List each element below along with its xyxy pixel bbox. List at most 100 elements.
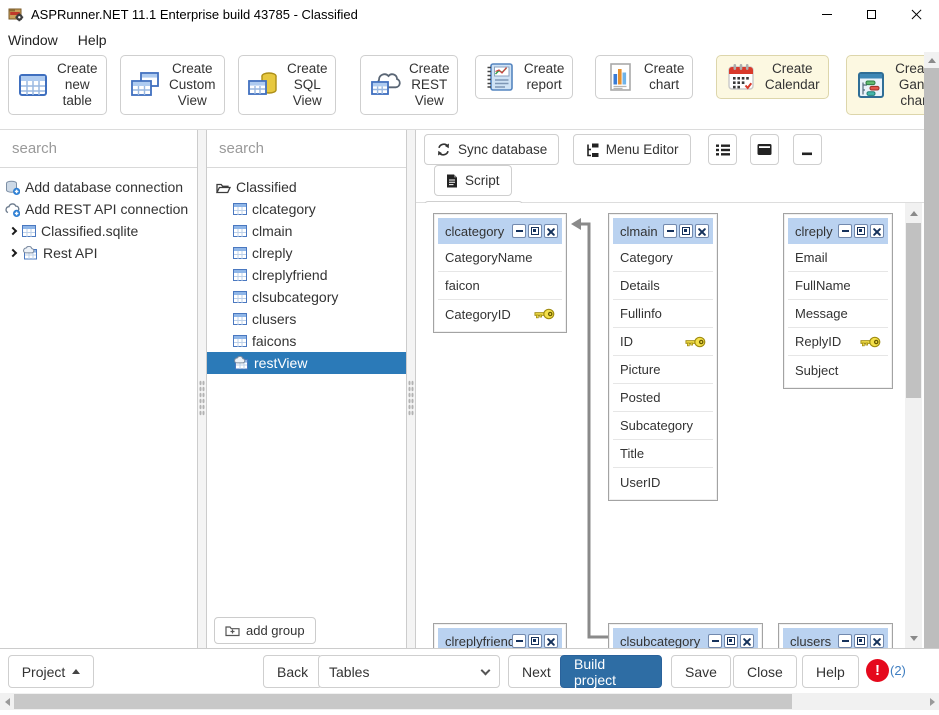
entity-close-button[interactable] <box>544 224 558 238</box>
list-view-button[interactable] <box>708 134 737 165</box>
field-row[interactable]: Category <box>613 244 713 272</box>
minimize-button[interactable] <box>804 0 849 28</box>
scrollbar-thumb[interactable] <box>924 68 939 674</box>
script-button[interactable]: Script <box>434 165 512 196</box>
window-view-button[interactable] <box>750 134 779 165</box>
create-custom-view-button[interactable]: Create Custom View <box>120 55 225 115</box>
project-menu-button[interactable]: Project <box>8 655 94 688</box>
field-row[interactable]: Subcategory <box>613 412 713 440</box>
entity-collapse-button[interactable] <box>663 224 677 238</box>
entity-restore-button[interactable] <box>724 634 738 648</box>
chevron-right-icon[interactable] <box>9 227 17 235</box>
entity-clcategory[interactable]: clcategory CategoryName faicon CategoryI… <box>433 213 567 333</box>
field-row[interactable]: Subject <box>788 356 888 384</box>
entity-close-button[interactable] <box>740 634 754 648</box>
menu-window[interactable]: Window <box>8 32 58 48</box>
create-calendar-button[interactable]: Create Calendar <box>716 55 829 99</box>
field-row[interactable]: CategoryName <box>438 244 562 272</box>
tree-item-clreply[interactable]: clreply <box>207 242 406 264</box>
tree-item-add-rest-api-connection[interactable]: Add REST API connection <box>0 198 197 220</box>
entity-clreply[interactable]: clreply Email FullName Message ReplyID S… <box>783 213 893 389</box>
panel-splitter[interactable] <box>197 130 207 648</box>
field-row[interactable]: ReplyID <box>788 328 888 356</box>
tree-item-faicons[interactable]: faicons <box>207 330 406 352</box>
minimize-view-button[interactable] <box>793 134 822 165</box>
diagram-vertical-scrollbar[interactable] <box>905 203 922 648</box>
field-row[interactable]: faicon <box>438 272 562 300</box>
save-button[interactable]: Save <box>671 655 731 688</box>
field-row[interactable]: CategoryID <box>438 300 562 328</box>
field-row[interactable]: Details <box>613 272 713 300</box>
field-row[interactable]: ID <box>613 328 713 356</box>
app-horizontal-scrollbar[interactable] <box>0 693 939 710</box>
close-project-button[interactable]: Close <box>733 655 797 688</box>
build-project-button[interactable]: Build project <box>560 655 662 688</box>
panel-splitter[interactable] <box>406 130 416 648</box>
tree-item-clcategory[interactable]: clcategory <box>207 198 406 220</box>
create-report-button[interactable]: Create report <box>475 55 574 99</box>
field-row[interactable]: Title <box>613 440 713 468</box>
scroll-down-arrow[interactable] <box>905 630 922 646</box>
add-group-button[interactable]: add group <box>214 617 316 644</box>
sync-database-button[interactable]: Sync database <box>424 134 559 165</box>
entity-header[interactable]: clreply <box>788 218 888 244</box>
tree-item-clmain[interactable]: clmain <box>207 220 406 242</box>
entity-header[interactable]: clsubcategory <box>613 628 758 648</box>
close-button[interactable] <box>894 0 939 28</box>
field-row[interactable]: Fullinfo <box>613 300 713 328</box>
entity-clusers[interactable]: clusers <box>778 623 893 648</box>
entity-close-button[interactable] <box>870 224 884 238</box>
create-chart-button[interactable]: Create chart <box>595 55 694 99</box>
entity-restore-button[interactable] <box>528 634 542 648</box>
next-button[interactable]: Next <box>508 655 565 688</box>
tree-item-restview[interactable]: restView <box>207 352 406 374</box>
create-new-table-button[interactable]: Create new table <box>8 55 107 115</box>
entity-collapse-button[interactable] <box>838 224 852 238</box>
scroll-up-arrow[interactable] <box>905 205 922 221</box>
scroll-up-arrow[interactable] <box>924 52 939 68</box>
entity-collapse-button[interactable] <box>708 634 722 648</box>
help-button[interactable]: Help <box>802 655 859 688</box>
scrollbar-thumb[interactable] <box>14 694 792 709</box>
entity-clmain[interactable]: clmain Category Details Fullinfo ID Pict… <box>608 213 718 501</box>
create-rest-view-button[interactable]: Create REST View <box>360 55 459 115</box>
app-vertical-scrollbar[interactable] <box>924 52 939 692</box>
create-sql-view-button[interactable]: Create SQL View <box>238 55 337 115</box>
tables-search-input[interactable] <box>207 140 406 157</box>
field-row[interactable]: FullName <box>788 272 888 300</box>
scrollbar-thumb[interactable] <box>906 223 921 398</box>
connections-search-input[interactable] <box>0 140 197 157</box>
back-button[interactable]: Back <box>263 655 322 688</box>
create-gantt-chart-button[interactable]: Create Gantt chart <box>846 55 924 115</box>
entity-close-button[interactable] <box>544 634 558 648</box>
entity-clreplyfriend[interactable]: clreplyfriend <box>433 623 567 648</box>
entity-header[interactable]: clreplyfriend <box>438 628 562 648</box>
entity-close-button[interactable] <box>870 634 884 648</box>
scroll-right-arrow[interactable] <box>925 693 939 710</box>
entity-restore-button[interactable] <box>528 224 542 238</box>
entity-close-button[interactable] <box>695 224 709 238</box>
tree-item-clreplyfriend[interactable]: clreplyfriend <box>207 264 406 286</box>
error-indicator[interactable]: ! (2) <box>866 659 906 682</box>
field-row[interactable]: Message <box>788 300 888 328</box>
menu-help[interactable]: Help <box>78 32 107 48</box>
entity-header[interactable]: clmain <box>613 218 713 244</box>
entity-header[interactable]: clusers <box>783 628 888 648</box>
entity-restore-button[interactable] <box>854 224 868 238</box>
tree-item-clusers[interactable]: clusers <box>207 308 406 330</box>
entity-collapse-button[interactable] <box>512 634 526 648</box>
tables-select[interactable]: Tables <box>318 655 500 688</box>
maximize-button[interactable] <box>849 0 894 28</box>
tree-item-rest-api[interactable]: Rest API <box>0 242 197 264</box>
chevron-right-icon[interactable] <box>9 249 17 257</box>
entity-restore-button[interactable] <box>854 634 868 648</box>
entity-header[interactable]: clcategory <box>438 218 562 244</box>
tree-item-classified-sqlite[interactable]: Classified.sqlite <box>0 220 197 242</box>
field-row[interactable]: Email <box>788 244 888 272</box>
scroll-left-arrow[interactable] <box>0 693 14 710</box>
entity-clsubcategory[interactable]: clsubcategory <box>608 623 763 648</box>
er-diagram[interactable]: clcategory CategoryName faicon CategoryI… <box>416 203 924 648</box>
tree-item-clsubcategory[interactable]: clsubcategory <box>207 286 406 308</box>
tree-item-add-database-connection[interactable]: Add database connection <box>0 176 197 198</box>
entity-collapse-button[interactable] <box>512 224 526 238</box>
